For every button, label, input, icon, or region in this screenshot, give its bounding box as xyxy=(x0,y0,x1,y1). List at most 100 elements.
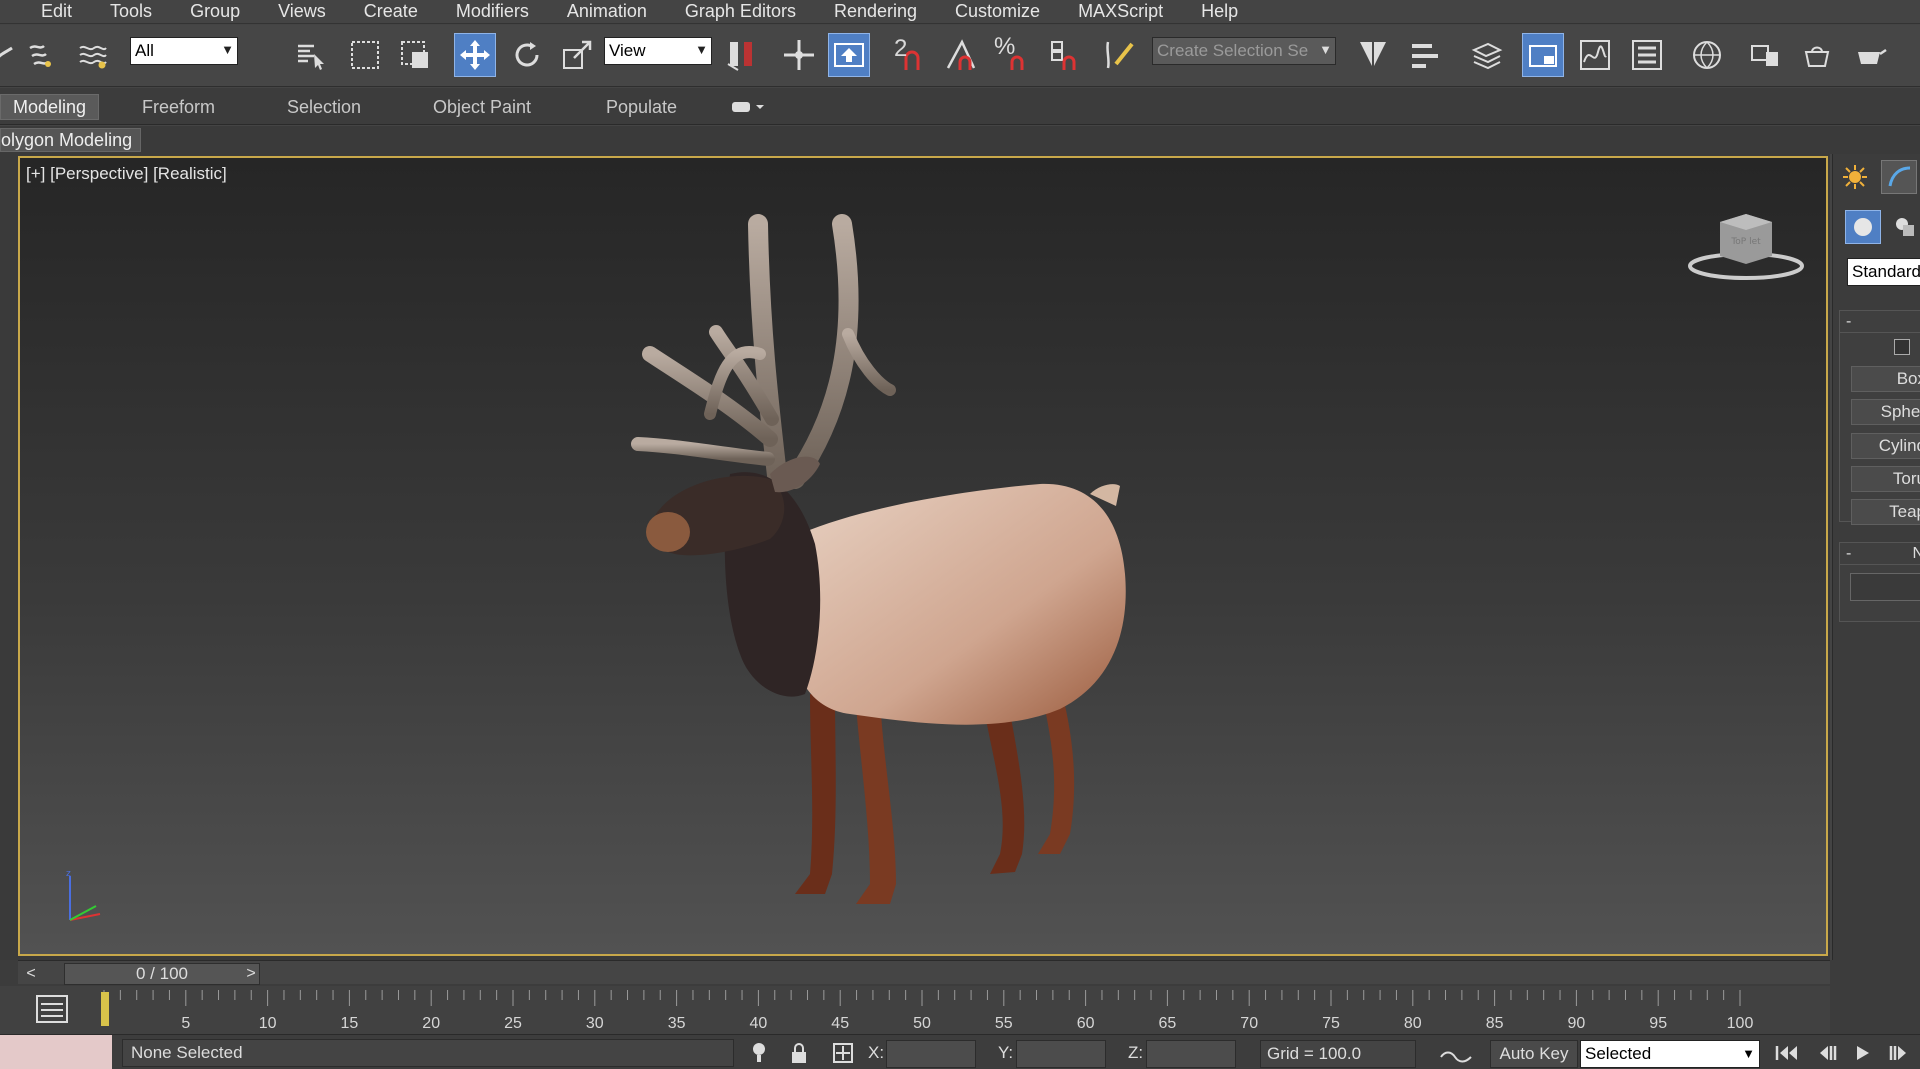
go-to-start-icon[interactable] xyxy=(1770,1041,1804,1065)
auto-key-button[interactable]: Auto Key xyxy=(1490,1040,1578,1068)
reference-coordinate-dropdown[interactable]: View ▼ xyxy=(604,37,712,65)
pivot-center-icon[interactable] xyxy=(720,33,762,77)
cylinder-button[interactable]: Cylind xyxy=(1851,433,1920,459)
tab-modeling[interactable]: Modeling xyxy=(0,94,100,120)
bind-space-warp-icon[interactable] xyxy=(72,33,114,77)
tab-object-paint[interactable]: Object Paint xyxy=(433,94,531,120)
track-label: 90 xyxy=(1568,1015,1586,1032)
track-bar[interactable]: 5 10 15 20 25 30 35 40 45 50 55 60 65 70 75 80 85 90 95 100 xyxy=(0,986,1830,1034)
previous-key-icon[interactable] xyxy=(1810,1041,1844,1065)
select-link-icon[interactable] xyxy=(20,33,62,77)
object-name-field[interactable] xyxy=(1850,573,1920,601)
track-label: 25 xyxy=(504,1015,522,1032)
isolate-selection-icon[interactable] xyxy=(746,1041,772,1065)
viewport-label[interactable]: [+] [Perspective] [Realistic] xyxy=(26,164,227,184)
track-label: 100 xyxy=(1727,1015,1754,1032)
render-frame-icon[interactable] xyxy=(1796,33,1838,77)
box-button[interactable]: Box xyxy=(1851,366,1920,392)
track-label: 95 xyxy=(1649,1015,1667,1032)
menu-group[interactable]: Group xyxy=(171,1,259,22)
modify-tab-icon[interactable] xyxy=(1881,160,1917,194)
elk-model-icon[interactable] xyxy=(620,214,1180,914)
menu-graph-editors[interactable]: Graph Editors xyxy=(666,1,815,22)
x-coordinate-field[interactable] xyxy=(886,1040,976,1068)
spinner-snap-icon[interactable] xyxy=(1042,33,1084,77)
menu-customize[interactable]: Customize xyxy=(936,1,1059,22)
next-frame-button[interactable]: > xyxy=(238,963,264,985)
autogrid-checkbox[interactable] xyxy=(1894,339,1910,355)
next-key-icon[interactable] xyxy=(1882,1041,1916,1065)
named-selection-dropdown[interactable]: Create Selection Se ▼ xyxy=(1152,37,1336,65)
y-coordinate-field[interactable] xyxy=(1016,1040,1106,1068)
sphere-button[interactable]: Spher xyxy=(1851,399,1920,425)
ribbon-tabs: Modeling Freeform Selection Object Paint… xyxy=(0,88,1920,125)
teapot-button[interactable]: Teap xyxy=(1851,499,1920,525)
snap-label: 2 xyxy=(894,35,908,62)
viewcube-icon[interactable]: ToP let xyxy=(1686,208,1806,288)
menu-tools[interactable]: Tools xyxy=(91,1,171,22)
menu-animation[interactable]: Animation xyxy=(548,1,666,22)
ribbon-options-icon[interactable] xyxy=(730,94,766,120)
lock-icon[interactable] xyxy=(786,1041,812,1065)
layer-manager-icon[interactable] xyxy=(1466,33,1508,77)
menu-modifiers[interactable]: Modifiers xyxy=(437,1,548,22)
percent-snap-icon[interactable]: % xyxy=(992,33,1034,77)
y-label: Y: xyxy=(998,1043,1014,1062)
menu-help[interactable]: Help xyxy=(1182,1,1257,22)
maxscript-listener[interactable] xyxy=(0,1035,112,1069)
play-icon[interactable] xyxy=(1846,1041,1880,1065)
object-category-dropdown[interactable]: Standard xyxy=(1847,258,1920,286)
grid-size: Grid = 100.0 xyxy=(1260,1040,1416,1068)
time-slider-thumb[interactable]: 0 / 100 xyxy=(64,963,260,985)
tab-populate[interactable]: Populate xyxy=(606,94,677,120)
menu-create[interactable]: Create xyxy=(345,1,437,22)
align-icon[interactable] xyxy=(1404,33,1446,77)
rectangular-selection-icon[interactable] xyxy=(344,33,386,77)
rotate-tool-icon[interactable] xyxy=(506,33,548,77)
previous-frame-button[interactable]: < xyxy=(18,963,44,985)
create-tab-icon[interactable] xyxy=(1837,160,1873,194)
key-icon[interactable] xyxy=(1436,1041,1476,1065)
render-setup-icon[interactable] xyxy=(1744,33,1786,77)
select-manipulate-icon[interactable] xyxy=(778,33,820,77)
mini-curve-editor-icon[interactable] xyxy=(30,992,74,1026)
selection-status: None Selected xyxy=(122,1039,734,1067)
track-label: 85 xyxy=(1486,1015,1504,1032)
absolute-mode-icon[interactable] xyxy=(830,1041,856,1065)
edit-named-selection-icon[interactable] xyxy=(1100,33,1142,77)
rollout-header[interactable]: - xyxy=(1840,311,1920,333)
move-tool-icon[interactable] xyxy=(454,33,496,77)
angle-snap-icon[interactable] xyxy=(940,33,982,77)
torus-button[interactable]: Toru xyxy=(1851,466,1920,492)
tab-freeform[interactable]: Freeform xyxy=(142,94,215,120)
track-bar-ruler[interactable]: 5 10 15 20 25 30 35 40 45 50 55 60 65 70 75 80 85 90 95 100 xyxy=(96,986,1756,1034)
menu-edit[interactable]: Edit xyxy=(0,1,91,22)
shapes-icon[interactable] xyxy=(1887,210,1920,244)
tab-polygon-modeling[interactable]: olygon Modeling xyxy=(0,128,142,152)
window-crossing-icon[interactable] xyxy=(394,33,436,77)
tab-selection[interactable]: Selection xyxy=(287,94,361,120)
selection-filter-dropdown[interactable]: All ▼ xyxy=(130,37,238,65)
curve-editor-icon[interactable] xyxy=(1574,33,1616,77)
keyboard-shortcut-override-icon[interactable] xyxy=(828,33,870,77)
snaps-toggle-icon[interactable]: 2 xyxy=(888,33,930,77)
key-filter-dropdown[interactable]: Selected ▼ xyxy=(1580,1040,1760,1068)
track-label: 80 xyxy=(1404,1015,1422,1032)
perspective-viewport[interactable]: [+] [Perspective] [Realistic] ToP let z xyxy=(18,156,1828,956)
material-editor-icon[interactable] xyxy=(1686,33,1728,77)
render-production-icon[interactable] xyxy=(1850,33,1892,77)
mirror-icon[interactable] xyxy=(1352,33,1394,77)
z-coordinate-field[interactable] xyxy=(1146,1040,1236,1068)
rollout-header[interactable]: - N xyxy=(1840,543,1920,565)
time-slider-track[interactable]: < 0 / 100 > xyxy=(18,960,1830,985)
menu-views[interactable]: Views xyxy=(259,1,345,22)
scale-tool-icon[interactable] xyxy=(556,33,598,77)
schematic-view-icon[interactable] xyxy=(1626,33,1668,77)
scene-explorer-icon[interactable] xyxy=(1522,33,1564,77)
track-label: 20 xyxy=(422,1015,440,1032)
geometry-icon[interactable] xyxy=(1845,210,1881,244)
current-frame-marker[interactable] xyxy=(101,992,109,1026)
menu-rendering[interactable]: Rendering xyxy=(815,1,936,22)
menu-maxscript[interactable]: MAXScript xyxy=(1059,1,1182,22)
select-object-icon[interactable] xyxy=(290,33,332,77)
